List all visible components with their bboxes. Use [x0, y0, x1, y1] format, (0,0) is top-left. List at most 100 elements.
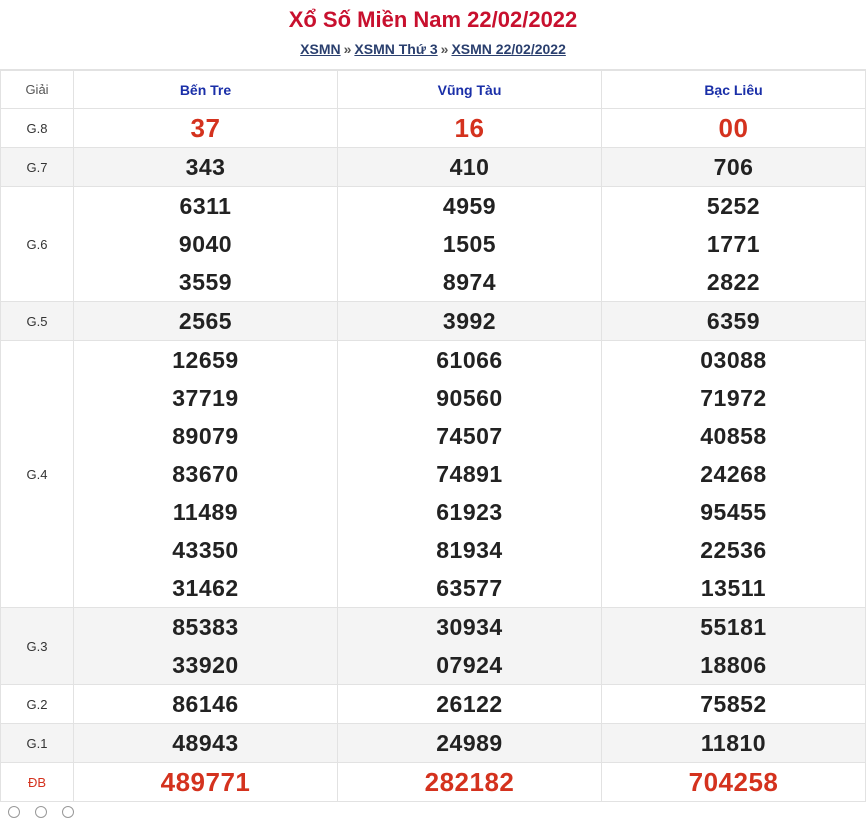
- results-table: Giải Bến Tre Vũng Tàu Bạc Liêu G.8 37 16 00…: [0, 70, 866, 802]
- prize-cell: 75852: [601, 684, 866, 724]
- prize-label: G.1: [0, 723, 74, 763]
- prize-number: 74507: [436, 423, 503, 449]
- prize-number: 3559: [178, 269, 233, 295]
- prize-label: ĐB: [0, 762, 74, 802]
- prize-number: 61066: [436, 347, 503, 373]
- prize-number: 00: [718, 113, 749, 143]
- prize-number: 48943: [172, 730, 239, 756]
- province-header-bac-lieu: Bạc Liêu: [601, 70, 866, 109]
- radio-option[interactable]: [8, 806, 20, 818]
- page-title: Xổ Số Miền Nam 22/02/2022: [288, 7, 578, 32]
- prize-row: G.2 86146 26122 75852: [0, 684, 866, 724]
- prize-row: ĐB 489771 282182 704258: [0, 762, 866, 802]
- prize-number: 24989: [436, 730, 503, 756]
- prize-number: 40858: [700, 423, 767, 449]
- radio-option[interactable]: [62, 806, 75, 818]
- table-header-row: Giải Bến Tre Vũng Tàu Bạc Liêu: [0, 70, 866, 109]
- prize-cell: 6359: [601, 301, 866, 341]
- province-header-vung-tau: Vũng Tàu: [337, 70, 602, 109]
- prize-number: 282182: [424, 767, 515, 797]
- prize-number: 2565: [178, 308, 233, 334]
- prize-cell: 61066 90560 74507 74891 61923 81934 63577: [337, 340, 602, 608]
- prize-cell: 704258: [601, 762, 866, 802]
- prize-number: 3992: [442, 308, 497, 334]
- prize-row: G.7 343 410 706: [0, 147, 866, 187]
- prize-number: 74891: [436, 461, 503, 487]
- breadcrumb: XSMN» XSMN Thứ 3» XSMN 22/02/2022: [0, 41, 866, 57]
- prize-label: G.4: [0, 340, 74, 608]
- prize-number: 24268: [700, 461, 767, 487]
- prize-number: 83670: [172, 461, 239, 487]
- breadcrumb-xsmn-thu-3[interactable]: XSMN Thứ 3: [354, 41, 437, 57]
- prize-number: 11810: [700, 730, 767, 756]
- breadcrumb-xsmn[interactable]: XSMN: [300, 41, 340, 57]
- prize-row: G.6 6311 9040 3559 4959 1505 8974 5252 1771 2822: [0, 186, 866, 302]
- prize-label: G.7: [0, 147, 74, 187]
- prize-number: 31462: [172, 575, 239, 601]
- prize-cell: 2565: [73, 301, 338, 341]
- prize-number: 03088: [700, 347, 767, 373]
- prize-cell: 3992: [337, 301, 602, 341]
- prize-row: G.1 48943 24989 11810: [0, 723, 866, 763]
- prize-number: 37: [190, 113, 221, 143]
- province-header-ben-tre: Bến Tre: [73, 70, 338, 109]
- prize-number: 43350: [172, 537, 239, 563]
- prize-number: 86146: [172, 691, 239, 717]
- prize-label: G.8: [0, 108, 74, 148]
- prize-cell: 55181 18806: [601, 607, 866, 685]
- prize-number: 63577: [436, 575, 503, 601]
- footer-options: [0, 806, 78, 819]
- prize-number: 1505: [442, 231, 497, 257]
- prize-number: 11489: [172, 499, 239, 525]
- prize-number: 18806: [700, 652, 767, 678]
- prize-number: 1771: [706, 231, 761, 257]
- prize-number: 89079: [172, 423, 239, 449]
- prize-number: 6311: [179, 193, 232, 219]
- prize-cell: 24989: [337, 723, 602, 763]
- prize-number: 22536: [700, 537, 767, 563]
- prize-cell: 6311 9040 3559: [73, 186, 338, 302]
- prize-number: 4959: [442, 193, 497, 219]
- prize-number: 16: [454, 113, 485, 143]
- prize-label: G.2: [0, 684, 74, 724]
- breadcrumb-separator: »: [343, 41, 352, 57]
- prize-number: 704258: [688, 767, 779, 797]
- prize-cell: 5252 1771 2822: [601, 186, 866, 302]
- prize-number: 61923: [436, 499, 503, 525]
- prize-number: 12659: [172, 347, 239, 373]
- prize-number: 33920: [172, 652, 239, 678]
- prize-number: 489771: [160, 767, 251, 797]
- prize-number: 706: [713, 154, 754, 180]
- prize-cell: 410: [337, 147, 602, 187]
- prize-cell: 489771: [73, 762, 338, 802]
- prize-label: G.3: [0, 607, 74, 685]
- prize-number: 90560: [436, 385, 503, 411]
- prize-cell: 30934 07924: [337, 607, 602, 685]
- prize-number: 2822: [706, 269, 761, 295]
- prize-number: 71972: [700, 385, 767, 411]
- prize-row: G.3 85383 33920 30934 07924 55181 18806: [0, 607, 866, 685]
- prize-row: G.8 37 16 00: [0, 108, 866, 148]
- breadcrumb-xsmn-date[interactable]: XSMN 22/02/2022: [451, 41, 565, 57]
- prize-cell: 03088 71972 40858 24268 95455 22536 13511: [601, 340, 866, 608]
- prize-cell: 4959 1505 8974: [337, 186, 602, 302]
- prize-column-header: Giải: [0, 70, 74, 109]
- prize-row: G.4 12659 37719 89079 83670 11489 43350 31462 61…: [0, 340, 866, 608]
- prize-number: 37719: [172, 385, 239, 411]
- prize-number: 8974: [442, 269, 497, 295]
- prize-cell: 86146: [73, 684, 338, 724]
- prize-label: G.5: [0, 301, 74, 341]
- prize-number: 07924: [436, 652, 503, 678]
- prize-number: 95455: [700, 499, 767, 525]
- radio-option[interactable]: [35, 806, 48, 818]
- prize-number: 85383: [172, 614, 239, 640]
- prize-cell: 343: [73, 147, 338, 187]
- prize-cell: 37: [73, 108, 338, 148]
- prize-cell: 26122: [337, 684, 602, 724]
- prize-cell: 11810: [601, 723, 866, 763]
- prize-number: 13511: [700, 575, 767, 601]
- prize-cell: 85383 33920: [73, 607, 338, 685]
- prize-cell: 706: [601, 147, 866, 187]
- prize-row: G.5 2565 3992 6359: [0, 301, 866, 341]
- prize-number: 410: [449, 154, 490, 180]
